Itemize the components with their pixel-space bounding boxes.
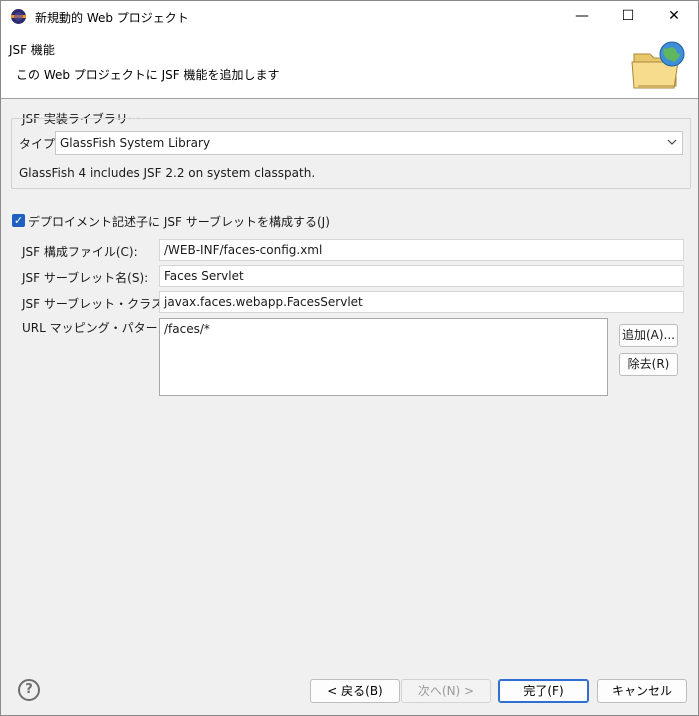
url-mapping-list[interactable]: /faces/*	[159, 318, 608, 396]
servlet-name-label: JSF サーブレット名(S):	[22, 271, 149, 285]
library-type-label: タイプ:	[19, 137, 60, 151]
minimize-button[interactable]: —	[559, 1, 605, 32]
config-file-label: JSF 構成ファイル(C):	[22, 245, 138, 259]
next-button[interactable]: 次へ(N) >	[401, 679, 491, 703]
config-file-value: /WEB-INF/faces-config.xml	[164, 243, 323, 257]
configure-servlet-checkbox[interactable]: ✓	[12, 214, 25, 227]
web-project-folder-globe-icon	[631, 41, 685, 89]
title-bar: 新規動的 Web プロジェクト — ☐ ✕	[1, 1, 698, 32]
servlet-class-input[interactable]: javax.faces.webapp.FacesServlet	[159, 291, 684, 313]
maximize-button[interactable]: ☐	[605, 1, 651, 32]
back-button[interactable]: < 戻る(B)	[310, 679, 400, 703]
window-title: 新規動的 Web プロジェクト	[35, 11, 189, 25]
library-description: GlassFish 4 includes JSF 2.2 on system c…	[19, 166, 316, 180]
servlet-class-value: javax.faces.webapp.FacesServlet	[164, 295, 363, 309]
wizard-banner: JSF 機能 この Web プロジェクトに JSF 機能を追加します	[1, 32, 698, 99]
library-type-select[interactable]: GlassFish System Library	[55, 131, 683, 155]
dialog-window: 新規動的 Web プロジェクト — ☐ ✕ JSF 機能 この Web プロジェ…	[0, 0, 699, 716]
add-mapping-button[interactable]: 追加(A)...	[619, 324, 678, 347]
remove-mapping-button[interactable]: 除去(R)	[619, 353, 678, 376]
chevron-down-icon	[667, 139, 677, 145]
finish-button[interactable]: 完了(F)	[498, 679, 589, 703]
close-button[interactable]: ✕	[651, 1, 697, 32]
cancel-button[interactable]: キャンセル	[597, 679, 687, 703]
library-type-value: GlassFish System Library	[60, 136, 211, 150]
configure-servlet-label[interactable]: デプロイメント記述子に JSF サーブレットを構成する(J)	[28, 213, 330, 230]
config-file-input[interactable]: /WEB-INF/faces-config.xml	[159, 239, 684, 261]
eclipse-icon	[11, 9, 26, 24]
help-icon[interactable]: ?	[18, 679, 40, 701]
page-title: JSF 機能	[9, 43, 55, 57]
page-description: この Web プロジェクトに JSF 機能を追加します	[16, 68, 280, 82]
servlet-name-input[interactable]: Faces Servlet	[159, 265, 684, 287]
list-item[interactable]: /faces/*	[164, 322, 210, 336]
servlet-name-value: Faces Servlet	[164, 269, 244, 283]
